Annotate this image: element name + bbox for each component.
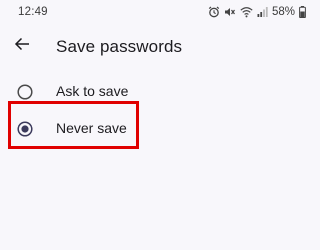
status-icons: 58% [208, 5, 306, 19]
save-password-options: Ask to save Never save [0, 74, 320, 148]
option-ask-to-save[interactable]: Ask to save [0, 74, 320, 111]
status-time: 12:49 [18, 6, 48, 18]
page-title: Save passwords [56, 37, 183, 56]
app-bar: Save passwords [0, 28, 320, 66]
back-button[interactable] [8, 32, 36, 60]
status-bar: 12:49 58% [0, 0, 320, 26]
radio-selected-icon[interactable] [17, 121, 33, 137]
battery-percent: 58% [271, 6, 295, 18]
option-label: Never save [56, 120, 127, 136]
battery-icon [299, 6, 306, 18]
mute-icon [224, 6, 236, 18]
signal-icon [257, 6, 268, 18]
option-never-save[interactable]: Never save [0, 111, 320, 148]
option-label: Ask to save [56, 83, 129, 99]
back-arrow-icon [13, 35, 31, 58]
wifi-icon [240, 6, 253, 18]
radio-unselected-icon[interactable] [17, 84, 33, 100]
alarm-icon [208, 6, 220, 18]
